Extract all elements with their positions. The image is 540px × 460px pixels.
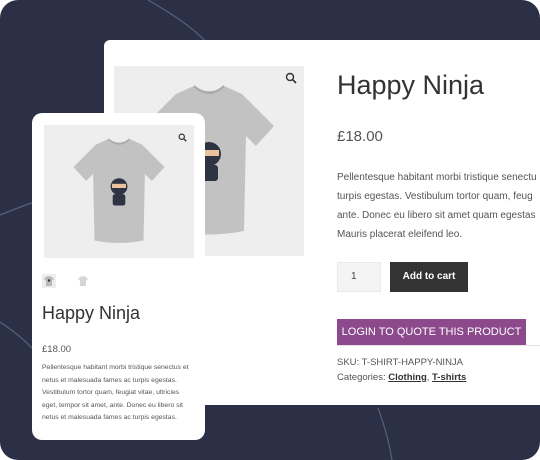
tshirt-thumbnail-icon xyxy=(44,276,54,286)
description-line: Pellentesque habitant morbi tristique se… xyxy=(42,364,189,371)
screenshot-stage: Happy Ninja £18.00 Pellentesque habitant… xyxy=(0,0,540,460)
magnifier-icon[interactable] xyxy=(285,72,297,84)
mobile-product-card: Happy Ninja £18.00 Pellentesque habitant… xyxy=(32,113,205,440)
product-image-mobile[interactable] xyxy=(44,125,194,258)
login-to-quote-button[interactable]: LOGIN TO QUOTE THIS PRODUCT xyxy=(337,319,526,345)
description-line: turpis egestas. Vestibulum tortor quam, … xyxy=(337,191,533,202)
description-line: netus et malesuada fames ac turpis egest… xyxy=(42,414,177,422)
magnifier-icon[interactable] xyxy=(178,133,187,142)
product-description: Pellentesque habitant morbi tristique se… xyxy=(42,362,202,425)
divider xyxy=(337,345,540,346)
gallery-thumbnail[interactable] xyxy=(76,274,90,288)
product-title: Happy Ninja xyxy=(337,70,485,100)
product-categories: Categories: Clothing, T-shirts xyxy=(337,372,466,383)
product-description: Pellentesque habitant morbi tristique se… xyxy=(337,168,540,244)
category-link-clothing[interactable]: Clothing xyxy=(388,372,427,383)
quantity-input[interactable]: 1 xyxy=(337,262,381,292)
description-line: eget, tempor sit amet, ante. Donec eu li… xyxy=(42,401,183,409)
product-price: £18.00 xyxy=(337,128,383,145)
tshirt-image xyxy=(73,138,165,243)
sku-value: T-SHIRT-HAPPY-NINJA xyxy=(361,357,464,368)
description-line: Pellentesque habitant morbi tristique se… xyxy=(337,172,537,183)
gallery-thumbnail[interactable] xyxy=(42,274,56,288)
product-sku: SKU: T-SHIRT-HAPPY-NINJA xyxy=(337,357,463,368)
description-line: netus et malesuada fames ac turpis egest… xyxy=(42,376,177,384)
add-to-cart-button[interactable]: Add to cart xyxy=(390,262,468,292)
description-line: ante. Donec eu libero sit amet quam eges… xyxy=(337,210,536,221)
sku-label: SKU: xyxy=(337,357,360,368)
description-line: Vestibulum tortor quam, feugiat vitae, u… xyxy=(42,389,180,397)
categories-label: Categories: xyxy=(337,372,386,383)
product-title: Happy Ninja xyxy=(42,303,141,323)
product-price: £18.00 xyxy=(42,344,72,355)
category-separator: , xyxy=(426,372,430,383)
description-line: Mauris placerat eleifend leo. xyxy=(337,229,463,240)
tshirt-thumbnail-icon xyxy=(78,276,88,286)
category-link-tshirts[interactable]: T-shirts xyxy=(432,372,466,383)
